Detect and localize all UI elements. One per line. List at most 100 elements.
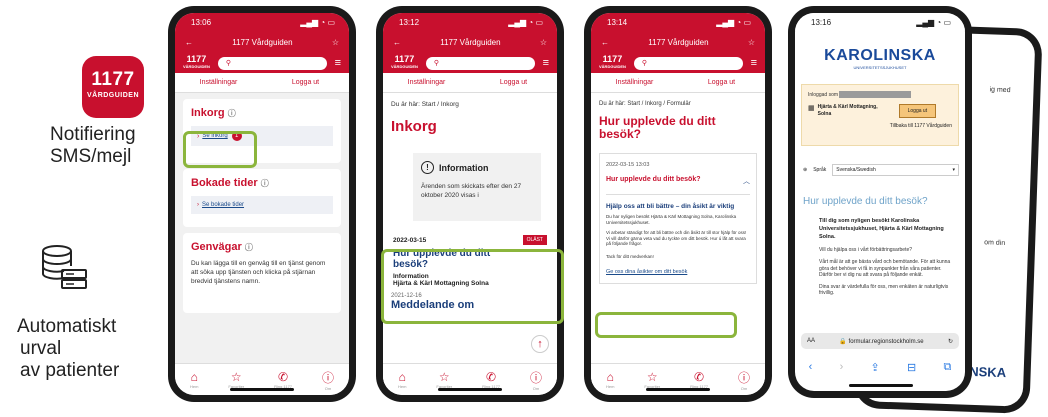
app-title: 1177 Vårdguiden: [440, 37, 501, 47]
star-icon[interactable]: ☆: [540, 38, 547, 47]
hamburger-menu-icon[interactable]: ≡: [543, 57, 549, 69]
back-arrow-icon[interactable]: ←: [601, 38, 609, 47]
user-field[interactable]: ⚲: [425, 56, 535, 70]
form-body-1: Du har nyligen besökt Hjärta & Kärl Mott…: [606, 214, 737, 225]
tab-settings[interactable]: Inställningar: [175, 73, 262, 92]
fragment-text: om din: [984, 239, 1006, 248]
shortcuts-text: Du kan lägga till en genväg till en tjän…: [191, 260, 326, 285]
url-text: formular.regionstockholm.se: [848, 338, 924, 345]
nav-info-icon[interactable]: ⓘ Om: [738, 369, 750, 391]
see-booked-link[interactable]: Se bokade tider: [202, 202, 244, 208]
form-intro: Till dig som nyligen besökt Karolinska U…: [819, 218, 944, 240]
nav-favorites-icon[interactable]: ☆ Favoriter: [436, 370, 452, 389]
auto-selection-caption: Automatiskt urval av patienter: [17, 316, 120, 381]
breadcrumb: Du är här: Start / Inkorg: [391, 101, 459, 108]
tab-settings[interactable]: Inställningar: [591, 73, 678, 92]
home-indicator: [646, 388, 710, 391]
address-bar[interactable]: AA 🔒 formular.regionstockholm.se ↻: [801, 333, 959, 349]
phone-4: 13:16 ▂▄▆ ◔ ▭ KAROLINSKA UNIVERSITETSSJUK…: [788, 6, 972, 398]
nav-phone-icon[interactable]: ✆ Ring 1177: [690, 370, 708, 389]
star-icon[interactable]: ☆: [332, 38, 339, 47]
1177-app-icon: 1177 VÅRDGUIDEN: [82, 56, 144, 118]
shortcuts-title: Genvägar: [191, 241, 242, 253]
status-bar: 13:16 ▂▄▆ ◔ ▭: [795, 13, 965, 31]
app-title: 1177 Vårdguiden: [232, 37, 293, 47]
inbox-title: Inkorg: [191, 107, 225, 119]
booked-link-row[interactable]: › Se bokade tider: [191, 196, 333, 214]
database-server-icon: [42, 245, 87, 289]
nav-info-icon[interactable]: ⓘ Om: [322, 369, 334, 391]
status-bar: 13:06 ▂▄▆ ◔ ▭: [175, 13, 349, 31]
tab-logout[interactable]: Logga ut: [678, 73, 765, 92]
phone-2: 13:12 ▂▄▆ ◔ ▭ ← 1177 Vårdguiden ☆ 1177 VÅR…: [376, 6, 564, 402]
chevron-right-icon: ›: [197, 202, 199, 208]
form-heading: Hur upplevde du ditt besök?: [803, 196, 928, 207]
globe-icon: ⊕: [803, 167, 808, 173]
nav-home-icon[interactable]: ⌂ Hem: [606, 370, 614, 389]
form-date: 2022-03-15 13:03: [606, 162, 650, 168]
nav-favorites-icon[interactable]: ☆ Favoriter: [644, 370, 660, 389]
form-text-2: Dina svar är värdefulla för oss, men enk…: [819, 283, 949, 297]
language-label: Språk: [813, 167, 827, 173]
form-body-2: Vi arbetar ständigt för att bli bättre o…: [606, 230, 747, 246]
logged-in-label: Inloggad som: [808, 91, 839, 98]
user-field[interactable]: ⚲: [633, 56, 743, 70]
page-title: Hur upplevde du ditt besök?: [599, 114, 716, 141]
form-subheading: Hur upplevde du ditt besök?: [606, 176, 701, 183]
redacted-name: [839, 91, 912, 98]
form-thanks: Tack för ditt medverkan!: [606, 253, 654, 259]
tabs-icon[interactable]: ⧉: [943, 361, 951, 374]
form-text-1: Vårt mål är att ge bästa vård och bemöta…: [819, 259, 951, 278]
nav-phone-icon[interactable]: ✆ Ring 1177: [482, 370, 500, 389]
info-text: Ärenden som skickats efter den 27 oktobe…: [421, 183, 522, 199]
info-icon: ⓘ: [260, 179, 269, 188]
building-icon: ▦: [808, 105, 815, 112]
status-bar: 13:12 ▂▄▆ ◔ ▭: [383, 13, 557, 31]
user-field[interactable]: ⚲: [217, 56, 327, 70]
back-icon[interactable]: ‹: [809, 361, 813, 373]
star-icon[interactable]: ☆: [748, 38, 755, 47]
help-title: Hjälp oss att bli bättre – din åsikt är …: [606, 203, 735, 210]
bookmarks-icon[interactable]: ⊟: [907, 361, 916, 374]
language-select[interactable]: Svenska/Swedish ▾: [832, 164, 959, 176]
nav-phone-icon[interactable]: ✆ Ring 1177: [274, 370, 292, 389]
share-icon[interactable]: ⇪: [871, 361, 880, 374]
tab-logout[interactable]: Logga ut: [470, 73, 557, 92]
nav-home-icon[interactable]: ⌂ Hem: [398, 370, 406, 389]
fragment-text: ig med: [989, 86, 1011, 95]
chevron-up-icon[interactable]: ︿: [743, 176, 750, 186]
message-date: 2022-03-15: [393, 236, 427, 244]
unit-name: Hjärta & Kärl Mottagning, Solna: [817, 104, 878, 117]
highlight-feedback-link: [595, 312, 737, 338]
1177-logo[interactable]: 1177 VÅRDGUIDEN: [599, 55, 626, 71]
unread-badge: OLÄST: [522, 235, 547, 245]
info-title: Information: [439, 162, 489, 173]
forward-icon[interactable]: ›: [840, 361, 844, 373]
breadcrumb: Du är här: Start / Inkorg / Formulär: [599, 101, 691, 107]
logout-button[interactable]: Logga ut: [898, 104, 937, 118]
back-to-1177-link[interactable]: Tillbaka till 1177 Vårdguiden: [808, 123, 952, 129]
reload-icon[interactable]: ↻: [948, 338, 953, 345]
app-title: 1177 Vårdguiden: [648, 37, 709, 47]
1177-logo[interactable]: 1177 VÅRDGUIDEN: [183, 55, 210, 71]
back-arrow-icon[interactable]: ←: [185, 38, 193, 47]
text-size-button[interactable]: AA: [807, 338, 815, 344]
give-feedback-link[interactable]: Ge oss dina åsikter om ditt besök: [606, 269, 750, 275]
hamburger-menu-icon[interactable]: ≡: [335, 57, 341, 69]
info-icon: ⓘ: [227, 109, 236, 118]
nav-info-icon[interactable]: ⓘ Om: [530, 369, 542, 391]
karolinska-logo: KAROLINSKA UNIVERSITETSSJUKHUSET: [824, 47, 936, 70]
tab-logout[interactable]: Logga ut: [262, 73, 349, 92]
chevron-down-icon: ▾: [952, 167, 955, 173]
notification-caption: Notifiering SMS/mejl: [50, 124, 136, 167]
hamburger-menu-icon[interactable]: ≡: [751, 57, 757, 69]
form-help: Vill du hjälpa oss i vårt förbättringsar…: [819, 247, 913, 253]
scroll-up-icon[interactable]: ↑: [531, 335, 549, 353]
1177-logo[interactable]: 1177 VÅRDGUIDEN: [391, 55, 418, 71]
nav-favorites-icon[interactable]: ☆ Favoriter: [228, 370, 244, 389]
nav-home-icon[interactable]: ⌂ Hem: [190, 370, 198, 389]
status-bar: 13:14 ▂▄▆ ◔ ▭: [591, 13, 765, 31]
tab-settings[interactable]: Inställningar: [383, 73, 470, 92]
back-arrow-icon[interactable]: ←: [393, 38, 401, 47]
info-icon: !: [421, 161, 434, 174]
